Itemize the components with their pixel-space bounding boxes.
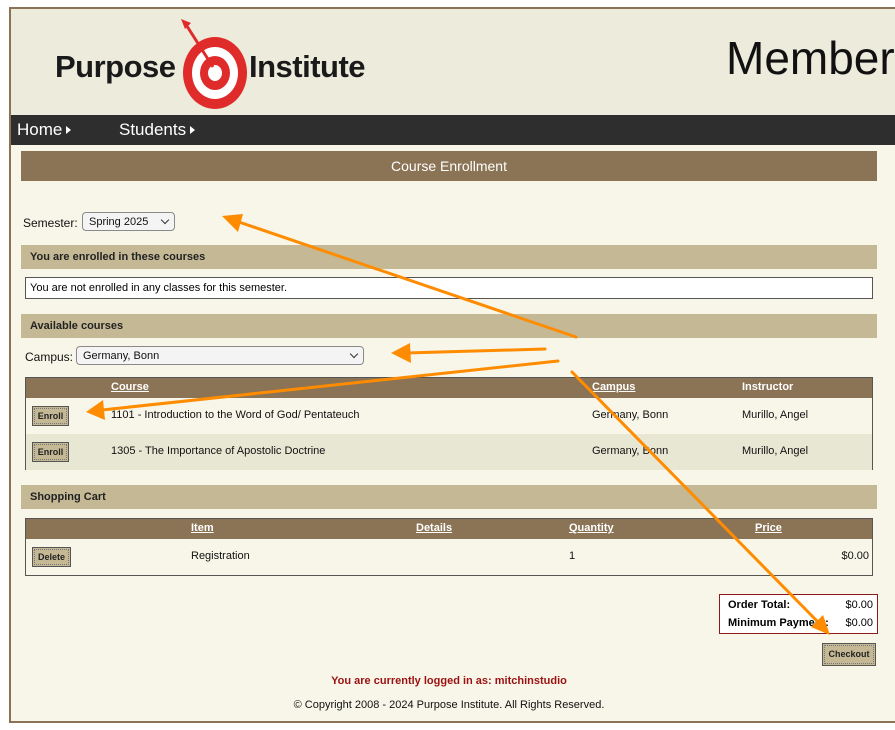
header-title: Member bbox=[726, 32, 895, 84]
page-title: Course Enrollment bbox=[21, 151, 877, 181]
nav-item-students[interactable]: Students bbox=[119, 120, 196, 140]
checkout-button[interactable]: Checkout bbox=[822, 643, 876, 666]
course-name: 1305 - The Importance of Apostolic Doctr… bbox=[111, 445, 326, 457]
nav-item-label: Students bbox=[119, 120, 187, 139]
column-header-details[interactable]: Details bbox=[416, 522, 452, 534]
campus-value: Germany, Bonn bbox=[83, 349, 160, 362]
course-name: 1101 - Introduction to the Word of God/ … bbox=[111, 409, 360, 421]
minimum-payment-value: $0.00 bbox=[845, 617, 873, 629]
copyright-text: © Copyright 2008 - 2024 Purpose Institut… bbox=[293, 699, 605, 711]
order-totals: Order Total: $0.00 Minimum Payment: $0.0… bbox=[719, 594, 878, 634]
logo-text-right: Institute bbox=[249, 49, 366, 84]
course-campus: Germany, Bonn bbox=[592, 409, 669, 421]
column-header-quantity[interactable]: Quantity bbox=[569, 522, 614, 534]
column-header-instructor: Instructor bbox=[742, 381, 794, 393]
nav-item-home[interactable]: Home bbox=[17, 120, 72, 140]
chevron-down-icon bbox=[160, 215, 170, 225]
semester-select[interactable]: Spring 2025 bbox=[82, 212, 175, 231]
cart-item-name: Registration bbox=[191, 550, 250, 562]
semester-label: Semester: bbox=[23, 216, 78, 230]
table-row: Enroll 1101 - Introduction to the Word o… bbox=[26, 398, 872, 434]
cart-table: Item Details Quantity Price Delete Regis… bbox=[25, 518, 873, 576]
main-nav: Home Students bbox=[11, 115, 895, 145]
delete-button[interactable]: Delete bbox=[32, 547, 71, 567]
course-instructor: Murillo, Angel bbox=[742, 445, 809, 457]
column-header-course[interactable]: Course bbox=[111, 381, 149, 393]
table-row: Enroll 1305 - The Importance of Apostoli… bbox=[26, 434, 872, 470]
minimum-payment-label: Minimum Payment: bbox=[728, 617, 829, 629]
campus-label: Campus: bbox=[25, 350, 74, 364]
course-instructor: Murillo, Angel bbox=[742, 409, 809, 421]
cart-item-quantity: 1 bbox=[569, 550, 576, 562]
column-header-price[interactable]: Price bbox=[755, 522, 782, 534]
enroll-button[interactable]: Enroll bbox=[32, 442, 69, 462]
logged-in-status: You are currently logged in as: mitchins… bbox=[331, 675, 567, 687]
chevron-down-icon bbox=[349, 349, 359, 359]
table-header: Item Details Quantity Price bbox=[26, 519, 872, 539]
order-total-label: Order Total: bbox=[728, 599, 791, 611]
enrolled-heading: You are enrolled in these courses bbox=[21, 245, 877, 269]
available-courses-table: Course Campus Instructor Enroll 1101 - I… bbox=[25, 377, 873, 470]
target-logo-icon bbox=[181, 19, 247, 109]
column-header-campus[interactable]: Campus bbox=[592, 381, 635, 393]
enroll-button[interactable]: Enroll bbox=[32, 406, 69, 426]
caret-right-icon bbox=[66, 126, 72, 134]
enrolled-empty-message: You are not enrolled in any classes for … bbox=[25, 277, 873, 299]
campus-select[interactable]: Germany, Bonn bbox=[76, 346, 364, 365]
cart-item-price: $0.00 bbox=[841, 550, 869, 562]
available-heading: Available courses bbox=[21, 314, 877, 338]
page-frame: Purpose Institute Member Home Students C… bbox=[9, 7, 895, 723]
table-row: Delete Registration 1 $0.00 bbox=[26, 539, 872, 575]
semester-value: Spring 2025 bbox=[89, 215, 149, 228]
order-total-value: $0.00 bbox=[845, 599, 873, 611]
site-header: Purpose Institute Member bbox=[11, 9, 895, 115]
column-header-item[interactable]: Item bbox=[191, 522, 214, 534]
table-header: Course Campus Instructor bbox=[26, 378, 872, 398]
nav-item-label: Home bbox=[17, 120, 63, 139]
caret-right-icon bbox=[190, 126, 196, 134]
logo-text-left: Purpose bbox=[55, 49, 176, 84]
course-campus: Germany, Bonn bbox=[592, 445, 669, 457]
cart-heading: Shopping Cart bbox=[21, 485, 877, 509]
